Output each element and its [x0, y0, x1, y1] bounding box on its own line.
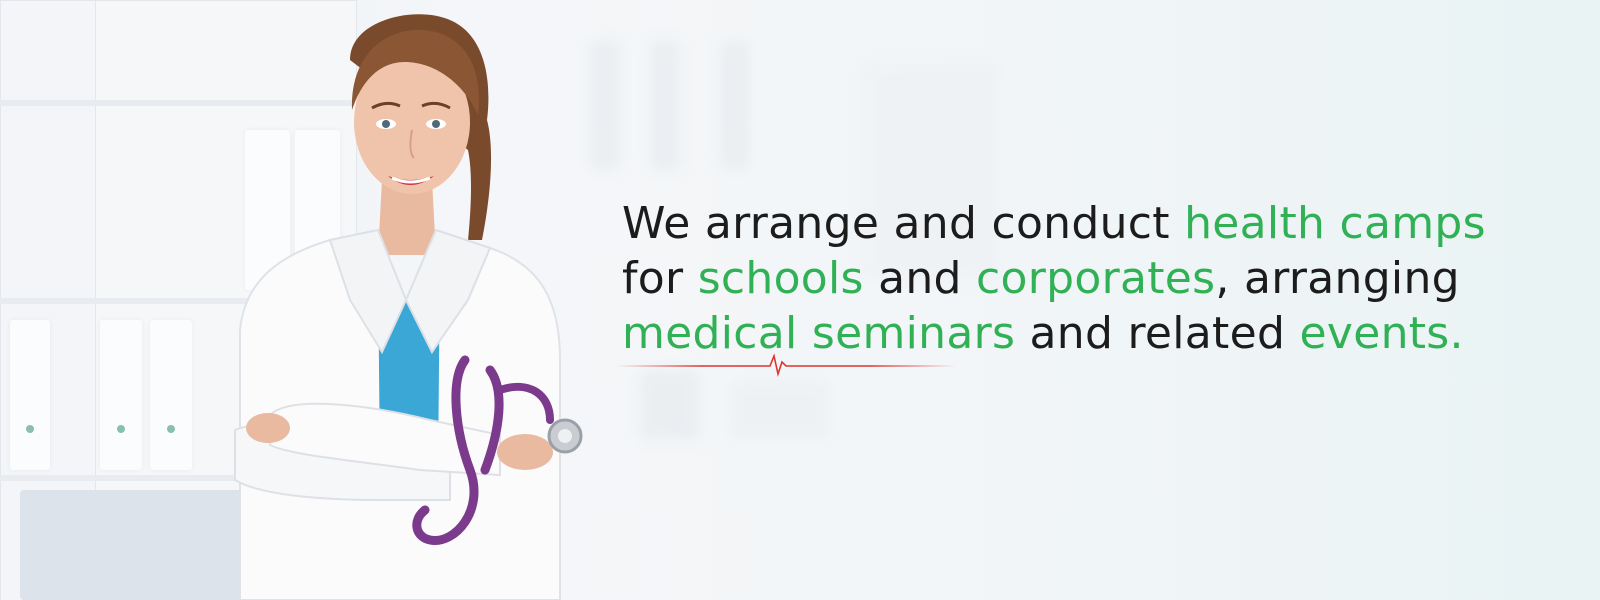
- headline-line-1: We arrange and conduct health camps: [622, 196, 1582, 251]
- headline-highlight-schools: schools: [697, 253, 864, 304]
- hero-banner: We arrange and conduct health camps for …: [0, 0, 1600, 600]
- blurred-object: [640, 370, 700, 440]
- headline-highlight-corporates: corporates: [976, 253, 1216, 304]
- headline-text: and related: [1015, 308, 1300, 359]
- headline-highlight-events: events.: [1299, 308, 1464, 359]
- headline-text: , arranging: [1215, 253, 1460, 304]
- headline-text: for: [622, 253, 698, 304]
- headline-highlight-health-camps: health camps: [1184, 198, 1486, 249]
- binder-dot: [167, 425, 175, 433]
- doctor-photo-icon: [234, 14, 583, 600]
- headline-line-2: for schools and corporates, arranging: [622, 251, 1582, 306]
- binder: [150, 320, 192, 470]
- blurred-object: [730, 380, 830, 440]
- binder: [10, 320, 50, 470]
- headline-text: and: [863, 253, 977, 304]
- heartbeat-pulse-icon: [616, 353, 956, 377]
- binder: [100, 320, 142, 470]
- blurred-binder: [650, 40, 680, 170]
- headline-text: We arrange and conduct: [622, 198, 1185, 249]
- binder-dot: [26, 425, 34, 433]
- headline: We arrange and conduct health camps for …: [622, 196, 1582, 361]
- blurred-binder: [720, 40, 750, 170]
- binder-dot: [117, 425, 125, 433]
